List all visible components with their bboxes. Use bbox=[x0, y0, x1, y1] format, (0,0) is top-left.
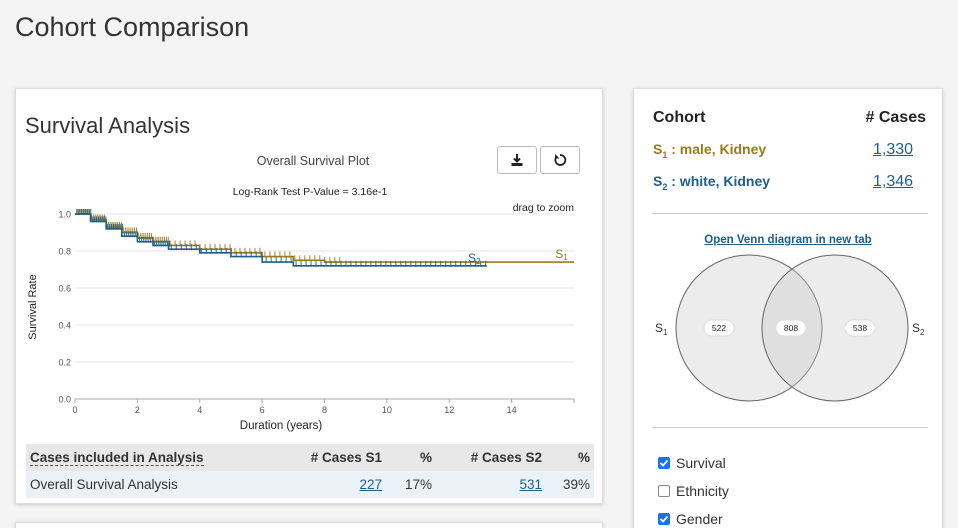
pvalue-text: Log-Rank Test P-Value = 3.16e-1 bbox=[233, 186, 388, 198]
survival-analysis-panel: 0.0 0.2 0.4 0.6 0.8 1.0 0 2 4 6 8 10 12 14 S1 S2 Overa… bbox=[15, 88, 603, 504]
y-tick-label: 0.8 bbox=[58, 247, 71, 257]
cohort-s1-count-link[interactable]: 1,330 bbox=[873, 141, 913, 159]
facet-survival-checkbox[interactable]: Survival bbox=[658, 455, 726, 471]
row-label: Overall Survival Analysis bbox=[26, 471, 276, 498]
checkbox-icon bbox=[658, 485, 670, 497]
cases-s1-link[interactable]: 227 bbox=[359, 477, 382, 492]
header-cases-s2: # Cases S2 bbox=[470, 450, 542, 465]
checkbox-icon bbox=[658, 457, 670, 469]
venn-s1-only-badge: 522 bbox=[703, 319, 735, 337]
divider bbox=[652, 427, 928, 428]
cases-header: # Cases bbox=[865, 109, 927, 126]
open-venn-link[interactable]: Open Venn diagram in new tab bbox=[634, 234, 942, 246]
reset-icon bbox=[554, 154, 567, 166]
page-title: Cohort Comparison bbox=[15, 12, 250, 42]
svg-text:538: 538 bbox=[853, 323, 867, 333]
y-tick-label: 0.2 bbox=[58, 358, 71, 368]
venn-s1-label: S1 bbox=[655, 321, 668, 337]
checkbox-icon bbox=[658, 513, 670, 525]
x-axis-label: Duration (years) bbox=[240, 420, 323, 432]
table-row: Overall Survival Analysis 227 17% 531 39… bbox=[26, 471, 594, 498]
venn-s2-label: S2 bbox=[912, 321, 925, 337]
cohort-header: Cohort bbox=[653, 109, 706, 126]
x-tick-label: 10 bbox=[382, 405, 392, 415]
header-cases-included: Cases included in Analysis bbox=[30, 450, 204, 466]
venn-overlap-badge: 808 bbox=[775, 319, 807, 337]
x-tick-label: 12 bbox=[444, 405, 454, 415]
cases-table: Cases included in Analysis # Cases S1 % … bbox=[26, 444, 594, 498]
download-button[interactable] bbox=[497, 146, 537, 174]
x-tick-label: 6 bbox=[260, 405, 265, 415]
facet-label: Survival bbox=[676, 455, 726, 471]
y-tick-label: 0.6 bbox=[58, 284, 71, 294]
venn-diagram[interactable]: S1 S2 522 808 538 bbox=[634, 249, 944, 409]
plot-title: Overall Survival Plot bbox=[257, 154, 370, 168]
facet-label: Gender bbox=[676, 511, 723, 527]
y-tick-label: 1.0 bbox=[58, 210, 71, 220]
facet-ethnicity-checkbox[interactable]: Ethnicity bbox=[658, 483, 729, 499]
cases-s2-link[interactable]: 531 bbox=[519, 477, 542, 492]
cohort-s2-row: S2 : white, Kidney bbox=[653, 173, 771, 192]
y-tick-label: 0.4 bbox=[58, 321, 71, 331]
y-axis-label: Survival Rate bbox=[27, 274, 39, 339]
x-tick-label: 8 bbox=[322, 405, 327, 415]
reset-zoom-button[interactable] bbox=[540, 146, 580, 174]
x-tick-label: 0 bbox=[72, 405, 77, 415]
header-pct-s1: % bbox=[386, 444, 436, 471]
cohort-s2-count-link[interactable]: 1,346 bbox=[873, 173, 913, 191]
series-label-s2: S2 bbox=[468, 251, 481, 266]
pct-s1: 17% bbox=[386, 471, 436, 498]
header-cases-s1: # Cases S1 bbox=[310, 450, 382, 465]
survival-title: Survival Analysis bbox=[25, 113, 191, 138]
drag-to-zoom-hint: drag to zoom bbox=[513, 202, 575, 214]
venn-s2-only-badge: 538 bbox=[844, 319, 876, 337]
facet-label: Ethnicity bbox=[676, 483, 729, 499]
y-tick-label: 0.0 bbox=[58, 395, 71, 405]
svg-text:808: 808 bbox=[784, 323, 798, 333]
divider bbox=[652, 213, 928, 214]
download-icon bbox=[511, 154, 523, 166]
table-header-row: Cases included in Analysis # Cases S1 % … bbox=[26, 444, 594, 471]
cohort-s1-row: S1 : male, Kidney bbox=[653, 141, 767, 160]
facet-gender-checkbox[interactable]: Gender bbox=[658, 511, 723, 527]
x-tick-label: 4 bbox=[197, 405, 202, 415]
header-pct-s2: % bbox=[546, 444, 594, 471]
x-tick-label: 14 bbox=[507, 405, 517, 415]
survival-plot[interactable]: 0.0 0.2 0.4 0.6 0.8 1.0 0 2 4 6 8 10 12 14 S1 S2 Overa… bbox=[16, 89, 604, 439]
svg-text:522: 522 bbox=[712, 323, 726, 333]
cohort-panel: Cohort # Cases S1 : male, Kidney 1,330 S… bbox=[633, 88, 943, 528]
cohort-s2-label: : white, Kidney bbox=[671, 173, 771, 189]
pct-s2: 39% bbox=[546, 471, 594, 498]
cohort-s1-label: : male, Kidney bbox=[671, 141, 767, 157]
series-label-s1: S1 bbox=[555, 247, 568, 262]
next-panel-edge bbox=[15, 522, 603, 528]
x-tick-label: 2 bbox=[135, 405, 140, 415]
